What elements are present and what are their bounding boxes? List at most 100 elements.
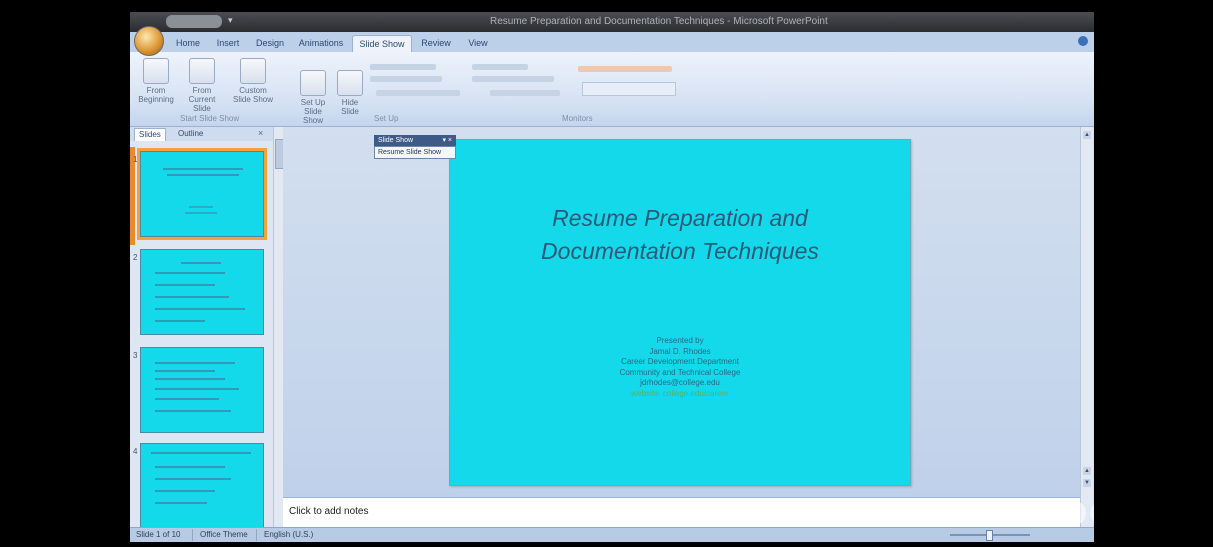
close-icon[interactable]: × (258, 128, 263, 138)
group-monitors-label: Monitors (562, 114, 593, 123)
slide-number: 1 (133, 155, 138, 164)
previous-slide-icon[interactable]: ▲ (1083, 467, 1091, 475)
status-divider (192, 529, 193, 541)
presenter-line: Community and Technical College (619, 367, 741, 377)
resolution-option[interactable] (472, 64, 528, 70)
notes-placeholder: Click to add notes (289, 506, 369, 517)
thumb-text-line (155, 370, 215, 372)
slide-title-line-1: Resume Preparation and (552, 205, 808, 231)
thumb-title-line (167, 174, 239, 176)
current-resolution-field[interactable] (578, 66, 672, 72)
slide-thumbnail[interactable] (140, 249, 264, 335)
presenter-line: Jamal D. Rhodes (649, 346, 711, 356)
window-title: Resume Preparation and Documentation Tec… (490, 16, 828, 27)
thumb-text-line (155, 502, 207, 504)
thumb-text-line (155, 410, 231, 412)
theme-name: Office Theme (200, 530, 248, 539)
notes-pane[interactable]: Click to add notes (283, 497, 1080, 528)
help-icon[interactable] (1078, 36, 1088, 46)
rehearse-timings-option[interactable] (370, 76, 442, 82)
slides-pane-tabs: Slides Outline × (130, 127, 273, 141)
thumb-text-line (155, 284, 215, 286)
setup-show-label: Set Up Slide Show (300, 98, 326, 125)
main-scrollbar[interactable]: ▲ ▲ ▼ (1080, 127, 1093, 527)
title-bar: ▾ Resume Preparation and Documentation T… (130, 12, 1094, 32)
thumb-title-line (151, 452, 251, 454)
thumb-text-line (185, 212, 217, 214)
from-beginning-button[interactable]: From Beginning (136, 58, 176, 104)
use-rehearsed-timings-option[interactable] (376, 90, 460, 96)
slides-pane: Slides Outline × 1 2 3 4 (130, 127, 274, 529)
thumb-text-line (155, 388, 239, 390)
presenter-line: Career Development Department (621, 357, 739, 366)
thumb-text-line (155, 308, 245, 310)
slide-position: Slide 1 of 10 (136, 530, 181, 539)
popup-dropdown-icon[interactable]: ▾ × (442, 135, 452, 146)
slide-number: 3 (133, 351, 138, 360)
from-current-label: From Current Slide (188, 86, 216, 113)
presenter-line: jdrhodes@college.edu (640, 378, 720, 387)
slide-thumbnail[interactable] (140, 347, 264, 433)
resume-slide-show-button[interactable]: Resume Slide Show (374, 146, 456, 159)
show-on-option[interactable] (472, 76, 554, 82)
custom-show-label: Custom Slide Show (232, 86, 274, 104)
zoom-slider-knob[interactable] (986, 530, 993, 541)
hide-slide-button[interactable]: Hide Slide (335, 70, 365, 116)
thumb-text-line (155, 362, 235, 364)
zoom-watermark: zoom (1036, 488, 1094, 534)
popup-header-label: Slide Show (378, 137, 414, 144)
thumb-text-line (155, 398, 219, 400)
tab-outline[interactable]: Outline (174, 128, 207, 140)
tab-review[interactable]: Review (416, 35, 456, 51)
slide-title[interactable]: Resume Preparation and Documentation Tec… (450, 202, 910, 268)
tab-home[interactable]: Home (170, 35, 206, 51)
tab-animations[interactable]: Animations (294, 35, 348, 51)
group-start-label: Start Slide Show (180, 114, 240, 123)
status-bar: Slide 1 of 10 Office Theme English (U.S.… (130, 527, 1094, 542)
ribbon: From Beginning From Current Slide Custom… (130, 52, 1094, 127)
slide-thumbnail[interactable] (137, 148, 267, 240)
tab-insert[interactable]: Insert (210, 35, 246, 51)
slide-thumbnail[interactable] (140, 443, 264, 529)
thumb-text-line (155, 272, 225, 274)
office-button[interactable] (134, 26, 164, 56)
tab-slides[interactable]: Slides (134, 128, 166, 141)
group-setup-label: Set Up (374, 114, 399, 123)
tab-view[interactable]: View (460, 35, 496, 51)
status-divider (256, 529, 257, 541)
from-current-slide-button[interactable]: From Current Slide (180, 58, 224, 113)
slide-editing-area: Slide Show ▾ × Resume Slide Show Resume … (283, 127, 1080, 497)
quick-access-toolbar[interactable] (166, 15, 222, 28)
presenter-line: website: college.edu/career (631, 388, 729, 398)
custom-slide-show-button[interactable]: Custom Slide Show (230, 58, 276, 104)
resolution-dropdown[interactable] (582, 82, 676, 96)
thumb-text-line (155, 378, 225, 380)
tab-design[interactable]: Design (250, 35, 290, 51)
presenter-line: Presented by (656, 336, 704, 345)
thumb-text-line (155, 490, 215, 492)
play-from-start-icon (143, 58, 169, 84)
next-slide-icon[interactable]: ▼ (1083, 479, 1091, 487)
thumb-text-line (155, 320, 205, 322)
ribbon-tabs: Home Insert Design Animations Slide Show… (130, 32, 1094, 52)
thumb-text-line (155, 466, 225, 468)
presenter-info[interactable]: Presented by Jamal D. Rhodes Career Deve… (450, 336, 910, 399)
thumb-text-line (155, 478, 231, 480)
scroll-up-icon[interactable]: ▲ (1083, 131, 1091, 139)
main-slide[interactable]: Resume Preparation and Documentation Tec… (449, 139, 911, 486)
record-narration-option[interactable] (370, 64, 436, 70)
tab-slide-show[interactable]: Slide Show (352, 35, 412, 52)
language-indicator[interactable]: English (U.S.) (264, 530, 313, 539)
custom-show-icon (240, 58, 266, 84)
presenter-view-option[interactable] (490, 90, 560, 96)
slide-number: 2 (133, 253, 138, 262)
thumb-text-line (189, 206, 213, 208)
slide-show-popup: Slide Show ▾ × Resume Slide Show (374, 135, 456, 159)
thumb-text-line (155, 296, 229, 298)
set-up-slide-show-button[interactable]: Set Up Slide Show (296, 70, 330, 125)
thumb-title-line (181, 262, 221, 264)
slide-number: 4 (133, 447, 138, 456)
qat-dropdown-icon[interactable]: ▾ (228, 15, 233, 26)
setup-show-icon (300, 70, 326, 96)
from-beginning-label: From Beginning (138, 86, 174, 104)
